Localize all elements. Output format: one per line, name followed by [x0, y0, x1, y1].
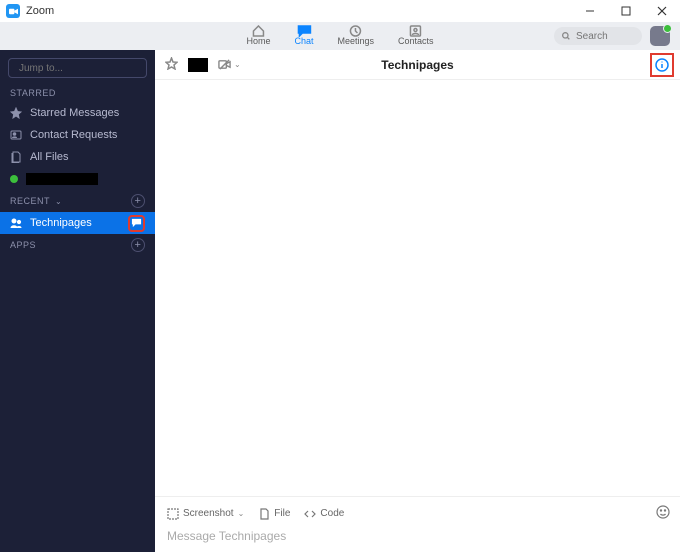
channel-info-button[interactable] — [650, 53, 674, 77]
sidebar-item-self[interactable] — [0, 168, 155, 190]
channel-chat-button[interactable] — [128, 215, 145, 232]
compose-code-button[interactable]: Code — [304, 508, 344, 520]
sidebar-item-technipages[interactable]: Technipages — [0, 212, 155, 234]
section-header-starred[interactable]: Starred — [0, 84, 155, 102]
sidebar-item-label: All Files — [30, 151, 69, 163]
tab-contacts[interactable]: Contacts — [398, 25, 434, 47]
add-recent-button[interactable]: + — [131, 194, 145, 208]
chat-messages-area[interactable] — [155, 80, 680, 496]
tab-home[interactable]: Home — [246, 25, 270, 47]
sidebar-item-label: Technipages — [30, 217, 92, 229]
screenshot-icon — [167, 508, 179, 520]
add-app-button[interactable]: + — [131, 238, 145, 252]
search-icon — [562, 31, 570, 41]
compose-screenshot-button[interactable]: Screenshot ⌄ — [167, 508, 244, 520]
tab-meetings-label: Meetings — [337, 37, 374, 47]
code-icon — [304, 508, 316, 520]
group-icon — [10, 217, 22, 229]
chat-panel: ⌄ Technipages Screenshot ⌄ File — [155, 50, 680, 552]
files-icon — [10, 151, 22, 163]
section-label-starred: Starred — [10, 88, 56, 98]
emoji-icon — [656, 505, 670, 519]
tab-meetings[interactable]: Meetings — [337, 25, 374, 47]
redacted-self-name — [26, 173, 98, 185]
chat-header: ⌄ Technipages — [155, 50, 680, 80]
jump-to-input[interactable] — [17, 62, 138, 75]
contact-request-icon — [10, 129, 22, 141]
chat-compose-area: Screenshot ⌄ File Code — [155, 496, 680, 552]
tab-contacts-label: Contacts — [398, 37, 434, 47]
compose-code-label: Code — [320, 508, 344, 519]
search-input[interactable] — [574, 30, 634, 43]
section-label-apps: Apps — [10, 240, 36, 250]
tab-chat-label: Chat — [294, 37, 313, 47]
main-toolbar: Home Chat Meetings Contacts — [0, 22, 680, 50]
zoom-app-icon — [6, 4, 20, 18]
compose-message-input[interactable] — [165, 528, 670, 544]
compose-emoji-button[interactable] — [656, 505, 670, 522]
file-icon — [258, 508, 270, 520]
chevron-down-icon: ⌄ — [55, 197, 62, 206]
window-title: Zoom — [26, 5, 54, 17]
tab-chat[interactable]: Chat — [294, 25, 313, 47]
redacted-channel-avatar — [188, 58, 208, 72]
sidebar-item-label: Starred Messages — [30, 107, 119, 119]
section-header-apps[interactable]: Apps + — [0, 234, 155, 256]
start-video-button[interactable]: ⌄ — [218, 58, 241, 71]
compose-file-button[interactable]: File — [258, 508, 290, 520]
star-icon — [10, 107, 22, 119]
nav-tabs: Home Chat Meetings Contacts — [246, 22, 433, 50]
window-close-button[interactable] — [644, 0, 680, 22]
chevron-down-icon: ⌄ — [234, 60, 241, 69]
section-label-recent: Recent — [10, 196, 50, 206]
info-icon — [655, 58, 669, 72]
window-minimize-button[interactable] — [572, 0, 608, 22]
sidebar-item-label: Contact Requests — [30, 129, 117, 141]
sidebar-item-contact-requests[interactable]: Contact Requests — [0, 124, 155, 146]
chat-title: Technipages — [381, 58, 453, 72]
tab-home-label: Home — [246, 37, 270, 47]
sidebar-item-all-files[interactable]: All Files — [0, 146, 155, 168]
sidebar-item-starred-messages[interactable]: Starred Messages — [0, 102, 155, 124]
compose-screenshot-label: Screenshot — [183, 508, 234, 519]
sidebar: Starred Starred Messages Contact Request… — [0, 50, 155, 552]
chevron-down-icon: ⌄ — [238, 509, 245, 518]
jump-to-box[interactable] — [8, 58, 147, 78]
compose-file-label: File — [274, 508, 290, 519]
section-header-recent[interactable]: Recent ⌄ + — [0, 190, 155, 212]
presence-online-icon — [10, 175, 18, 183]
window-titlebar: Zoom — [0, 0, 680, 22]
user-avatar[interactable] — [650, 26, 670, 46]
search-box[interactable] — [554, 27, 642, 45]
window-maximize-button[interactable] — [608, 0, 644, 22]
star-channel-button[interactable] — [165, 57, 178, 73]
